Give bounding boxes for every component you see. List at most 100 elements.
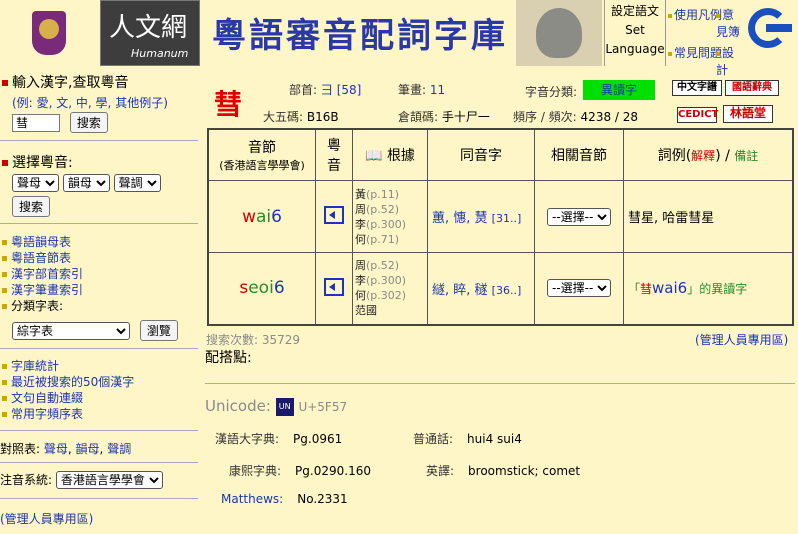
source-page: (p.11) (366, 187, 400, 201)
source-name: 何 (355, 232, 366, 246)
link-label[interactable]: 粵語音節表 (11, 251, 71, 265)
romanization-select[interactable]: 香港語言學學會 (55, 471, 163, 489)
homophones-cell: 繸, 睟, 穟 [36..] (427, 252, 535, 325)
cuhk-logo[interactable] (748, 4, 794, 60)
link-auto-concat[interactable]: 文句自動連綴 (2, 390, 134, 406)
link-label[interactable]: 漢字筆畫索引 (11, 283, 83, 297)
nav-feedback[interactable]: 意見簿 (716, 6, 744, 40)
set-language-link[interactable]: 設定語文 Set Language (604, 0, 666, 66)
dict-button-cedict[interactable]: CEDICT (677, 107, 718, 123)
chinese-culture-logo[interactable] (0, 0, 98, 66)
english-row: 英譯: broomstick; comet (426, 462, 580, 479)
link-label[interactable]: 漢字部首索引 (11, 267, 83, 281)
main-content: 彗 部首: 彐 [58] 筆畫: 11 字音分類: 異讀字 大五碼: B16B … (205, 66, 798, 534)
crest-icon (32, 11, 66, 55)
source-name: 范國 (355, 304, 377, 318)
source-name: 周 (355, 259, 366, 273)
link-label[interactable]: 文句自動連綴 (11, 391, 83, 405)
table-row: wai6 黃(p.11) 周(p.52) 李(p.300) 何(p.71) 蕙,… (207, 180, 794, 253)
compare-initials-link[interactable]: 聲母 (44, 442, 68, 456)
putonghua-value: hui4 sui4 (467, 432, 522, 446)
link-label[interactable]: 字庫統計 (11, 359, 59, 373)
link-label[interactable]: 常用字頻序表 (11, 407, 83, 421)
homophones-more-link[interactable]: [36..] (492, 284, 522, 297)
homophone-links[interactable]: 蕙, 憓, 熭 (432, 211, 488, 226)
source-item: 何(p.71) (355, 232, 426, 247)
phoneme-search-button[interactable]: 搜索 (12, 196, 51, 217)
browse-button[interactable]: 瀏覽 (139, 320, 178, 341)
unicode-logo-icon[interactable]: UN (275, 397, 294, 416)
audio-cell (315, 180, 353, 253)
final-select[interactable]: 韻母 (62, 174, 110, 192)
book-icon: 📖 (365, 148, 383, 164)
example-link[interactable]: 愛 (37, 96, 49, 110)
radical-link[interactable]: [58] (337, 83, 362, 97)
link-label[interactable]: 最近被搜索的50個漢字 (11, 375, 134, 389)
link-stats[interactable]: 字庫統計 (2, 358, 134, 374)
category-label-row: 分類字表: (2, 298, 83, 314)
header-basis-label: 根據 (386, 148, 415, 164)
header-syllable-sub: (香港語言學學會) (219, 159, 305, 172)
header-notes-label: 備註 (734, 149, 759, 163)
jyutping: seoi6 (239, 278, 284, 298)
compare-label: 對照表: (0, 442, 41, 456)
homophone-links[interactable]: 繸, 睟, 穟 (432, 283, 488, 298)
category-info: 字音分類: (525, 83, 577, 100)
bust-image[interactable] (516, 0, 602, 66)
dict-button-zhongwen[interactable]: 中文字譜 (672, 80, 722, 96)
compare-row: 對照表: 聲母, 韻母, 聲調 (0, 442, 132, 456)
header-syllable-label: 音節 (248, 140, 276, 156)
example-cell: 彗星, 哈雷彗星 (623, 180, 794, 253)
note-jyutping-link[interactable]: wai6 (652, 279, 687, 297)
audio-cell (315, 252, 353, 325)
source-name: 何 (355, 289, 366, 303)
speaker-icon[interactable] (324, 206, 344, 224)
nav-faq[interactable]: 常見問題 (668, 44, 722, 61)
romanization-label: 注音系統: (0, 473, 53, 487)
hanyu-label: 漢語大字典: (215, 432, 280, 446)
link-stroke-index[interactable]: 漢字筆畫索引 (2, 282, 83, 298)
jp-final: ai (255, 206, 272, 227)
example-link[interactable]: 學 (96, 96, 108, 110)
header-explain-link[interactable]: 解釋 (691, 149, 715, 163)
related-select[interactable]: --選擇-- (547, 279, 611, 298)
link-final-table[interactable]: 粵語韻母表 (2, 234, 83, 250)
humanum-logo[interactable]: 人文網 Humanum (100, 0, 200, 66)
dict-button-guoyu[interactable]: 國語辭典 (725, 80, 779, 96)
set-language-en2: Language (605, 42, 665, 56)
link-frequency[interactable]: 常用字頻序表 (2, 406, 134, 422)
note-open: 「 (628, 282, 641, 297)
admin-link-main-label[interactable]: (管理人員專用區) (695, 333, 788, 347)
radical-value: 彐 (320, 83, 333, 97)
header-audio-label: 粵音 (327, 138, 341, 174)
link-radical-index[interactable]: 漢字部首索引 (2, 266, 83, 282)
red-bullet-icon (2, 80, 8, 86)
kangxi-row: 康熙字典: Pg.0290.160 (229, 462, 371, 479)
homophones-more-link[interactable]: [31..] (492, 212, 522, 225)
cangjie-info: 倉頡碼: 手十尸一 (398, 108, 490, 125)
category-row: 綜字表 瀏覽 (12, 320, 178, 341)
bullet-icon (716, 51, 720, 56)
example-link[interactable]: 中 (76, 96, 88, 110)
initial-select[interactable]: 聲母 (12, 174, 59, 192)
example-link[interactable]: 文 (56, 96, 68, 110)
link-syllable-table[interactable]: 粵語音節表 (2, 250, 83, 266)
search-button[interactable]: 搜索 (69, 112, 108, 133)
big5-info: 大五碼: B16B (263, 108, 339, 125)
source-item: 黃(p.11) (355, 187, 426, 202)
compare-finals-link[interactable]: 韻母 (76, 442, 100, 456)
category-select[interactable]: 綜字表 (12, 322, 130, 340)
search-input[interactable] (12, 113, 60, 132)
link-label[interactable]: 粵語韻母表 (11, 235, 71, 249)
related-select[interactable]: --選擇-- (547, 207, 611, 226)
admin-link[interactable]: (管理人員專用區) (0, 512, 93, 526)
jyutping: wai6 (242, 207, 282, 227)
link-recent-50[interactable]: 最近被搜索的50個漢字 (2, 374, 134, 390)
speaker-icon[interactable] (324, 277, 344, 296)
nav-usage[interactable]: 使用凡例 (668, 6, 722, 23)
more-examples-link[interactable]: 其他例子 (115, 96, 163, 110)
compare-tones-link[interactable]: 聲調 (107, 442, 131, 456)
source-name: 李 (355, 274, 366, 288)
dict-button-linyutang[interactable]: 林語堂 (723, 105, 773, 123)
tone-select[interactable]: 聲調 (113, 174, 161, 192)
